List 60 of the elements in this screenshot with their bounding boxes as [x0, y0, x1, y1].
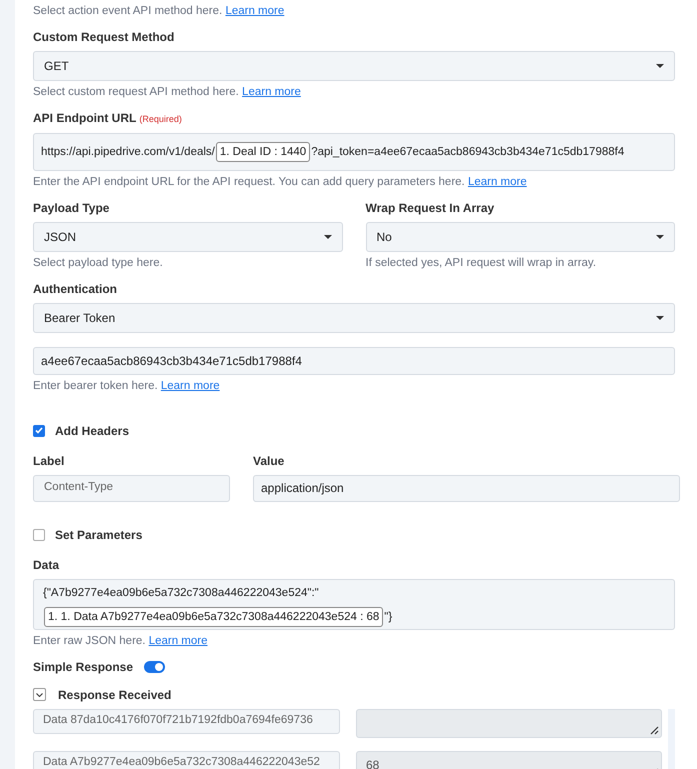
dropdown[interactable]: JSON [33, 222, 342, 252]
header-value-field[interactable]: application/json [253, 474, 680, 502]
field-label: Custom Request Method [33, 29, 176, 45]
checkbox[interactable] [33, 424, 45, 436]
field-text: 68 [366, 757, 380, 769]
caret-icon [656, 234, 664, 238]
help-text: Select action event API method here. Learn more [33, 4, 286, 19]
field-text: {"A7b9277e4ea09b6e5a732c7308a446222043e524":" [43, 586, 320, 602]
field-text: Data 87da10c4176f070f721b7192fdb0a7694fe69736 [43, 713, 313, 728]
dropdown[interactable]: No [366, 222, 675, 252]
dropdown-value: JSON [44, 228, 76, 246]
caret-icon [656, 316, 664, 320]
help-text: Enter bearer token here. Learn more [33, 378, 221, 394]
variable-chip[interactable]: 1. Deal ID : 1440 [216, 142, 310, 162]
toggle-label: Simple Response [33, 658, 134, 676]
field-text: https://api.pipedrive.com/v1/deals/ [41, 144, 215, 160]
resize-handle-icon[interactable] [650, 726, 659, 734]
field-label: API Endpoint URL [33, 110, 136, 126]
field-text: a4ee67ecaa5acb86943cb3b434e71c5db17988f4 [41, 352, 302, 370]
field-text: ?api_token=a4ee67ecaa5acb86943cb3b434e71c5db17988f4 [311, 144, 624, 160]
learn-more-link[interactable]: Learn more [225, 5, 284, 17]
field-text: Data A7b9277e4ea09b6e5a732c7308a446222043e52 [43, 755, 320, 769]
field-label: Authentication [33, 280, 118, 296]
section-title: Response Received [58, 686, 172, 704]
learn-more-link[interactable]: Learn more [468, 176, 527, 188]
help-text: Select payload type here. [33, 256, 164, 270]
chevron-down-icon [36, 692, 43, 696]
field-text: "} [384, 610, 392, 625]
toggle-switch[interactable] [144, 660, 166, 672]
learn-more-link[interactable]: Learn more [160, 380, 220, 392]
header-label-field[interactable]: Content-Type [33, 474, 230, 502]
required-label: (Required) [139, 113, 182, 126]
field-label: Wrap Request In Array [366, 200, 496, 216]
field-label: Label [33, 452, 66, 468]
help-text: If selected yes, API request will wrap in array. [366, 256, 598, 270]
help-text: Select custom request API method here. Learn more [33, 85, 302, 100]
checkbox-label: Add Headers [55, 422, 130, 440]
token-field[interactable]: a4ee67ecaa5acb86943cb3b434e71c5db17988f4 [33, 346, 675, 374]
url-field[interactable]: https://api.pipedrive.com/v1/deals/ 1. Deal ID : 1440 ?api_token=a4ee67ecaa5acb86943cb3b434e71c5db17988f4 [33, 132, 675, 170]
dropdown-value: No [376, 228, 392, 246]
dropdown[interactable]: Bearer Token [33, 302, 675, 332]
variable-chip[interactable]: 1. 1. Data A7b9277e4ea09b6e5a732c7308a446222043e524 : 68 [44, 606, 384, 627]
dropdown-value: Bearer Token [44, 310, 116, 326]
dropdown-value: GET [44, 58, 69, 75]
checkbox[interactable] [33, 528, 45, 540]
checkbox-label: Set Parameters [55, 526, 142, 544]
help-text: Enter the API endpoint URL for the API request. You can add query parameters here. Learn more [33, 174, 528, 190]
field-text: application/json [261, 480, 344, 497]
expand-toggle[interactable] [33, 688, 46, 701]
help-text: Enter raw JSON here. Learn more [33, 634, 208, 648]
learn-more-link[interactable]: Learn more [242, 86, 301, 98]
caret-icon [324, 234, 332, 238]
dropdown[interactable]: GET [33, 51, 675, 81]
field-label: Data [33, 556, 60, 572]
caret-icon [656, 64, 664, 68]
field-label: Value [253, 452, 286, 468]
field-label: Payload Type [33, 200, 110, 216]
learn-more-link[interactable]: Learn more [148, 634, 208, 646]
json-data-field[interactable]: {"A7b9277e4ea09b6e5a732c7308a446222043e524":" 1. 1. Data A7b9277e4ea09b6e5a732c7308a446222043e524 : 68 "} [33, 578, 675, 630]
field-text: Content-Type [44, 480, 114, 496]
